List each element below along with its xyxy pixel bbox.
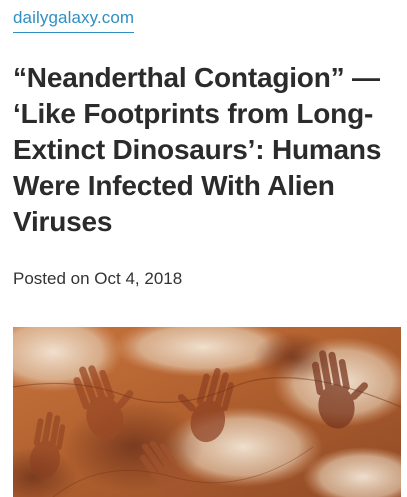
site-home-link[interactable]: dailygalaxy.com [13, 7, 135, 33]
post-meta: Posted on Oct 4, 2018 [13, 268, 182, 290]
post-date-link[interactable]: Oct 4, 2018 [94, 269, 182, 288]
posted-on-label: Posted on [13, 269, 90, 288]
cave-hand-stencils-illustration [13, 327, 401, 497]
article-title: “Neanderthal Contagion” — ‘Like Footprin… [13, 62, 382, 237]
hero-image [13, 327, 401, 497]
